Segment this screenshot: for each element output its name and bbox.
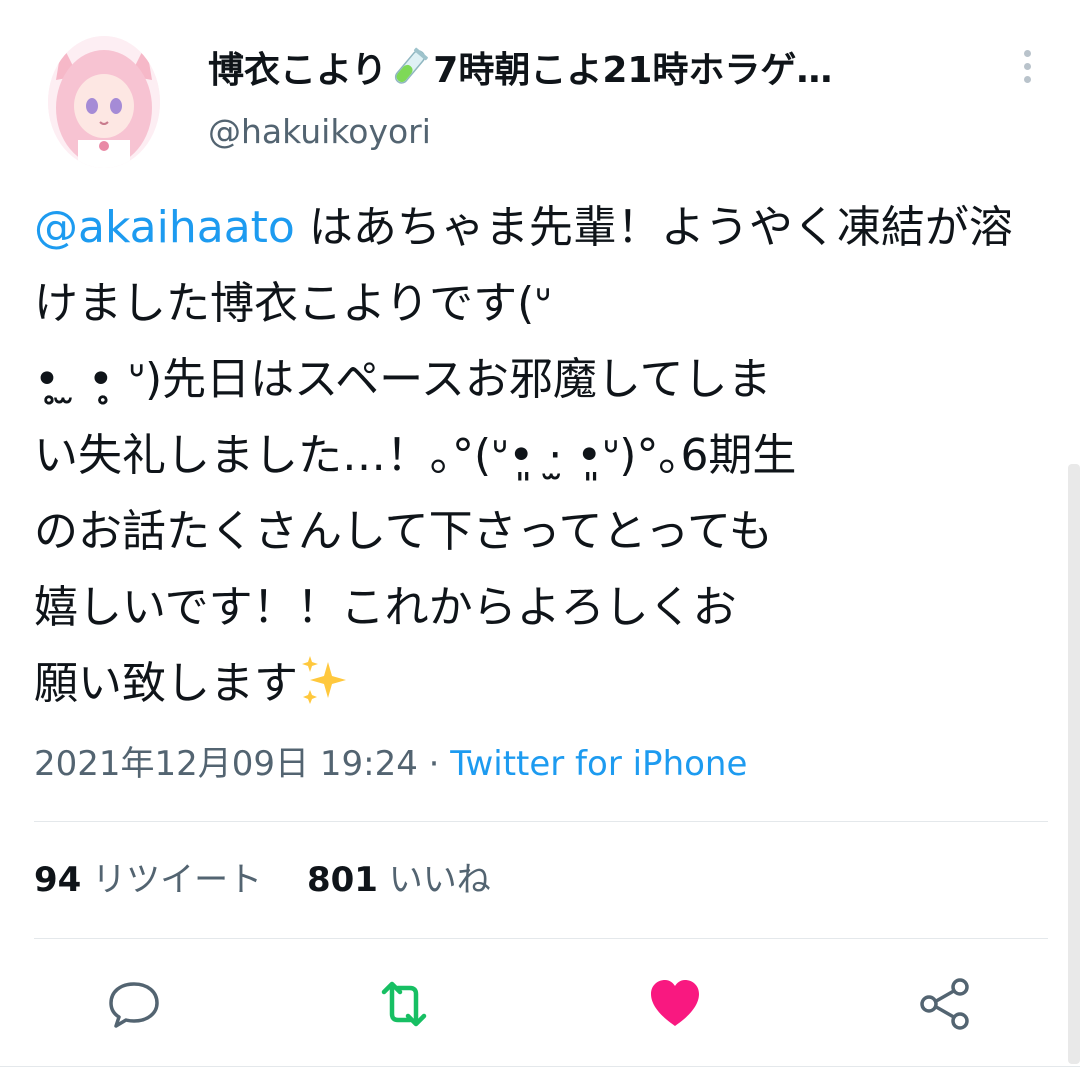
more-options-button[interactable] [1012, 50, 1042, 90]
display-name-rest: 7時朝こよ21時ホラゲ… [433, 50, 833, 91]
likes-stat[interactable]: 801 いいね [307, 856, 491, 904]
meta-separator: · [417, 744, 451, 784]
comment-bubble-icon [109, 982, 159, 1028]
likes-count: 801 [306, 860, 378, 900]
user-handle[interactable]: @hakuikoyori [208, 110, 431, 154]
display-name-text: 博衣こより [208, 50, 388, 91]
bottom-divider [0, 1066, 1080, 1067]
more-vertical-icon [1012, 50, 1042, 83]
likes-label: いいね [388, 860, 491, 900]
engagement-stats: 94 リツイート 801 いいね [34, 856, 525, 904]
divider [34, 821, 1048, 822]
avatar[interactable] [48, 36, 160, 168]
share-icon [920, 978, 969, 1030]
retweet-icon [381, 981, 427, 1027]
retweet-button[interactable] [372, 972, 436, 1036]
reply-button[interactable] [102, 972, 166, 1036]
action-bar [0, 972, 1080, 1036]
heart-icon [651, 980, 699, 1026]
retweets-count: 94 [34, 860, 82, 900]
share-button[interactable] [913, 972, 977, 1036]
retweets-stat[interactable]: 94 リツイート [34, 856, 262, 904]
sparkles-icon [302, 656, 346, 704]
display-name[interactable]: 博衣こより 7時朝こよ21時ホラゲ… [208, 46, 968, 95]
retweets-label: リツイート [92, 860, 263, 900]
tweet-metadata: 2021年12月09日 19:24 · Twitter for iPhone [34, 740, 747, 788]
avatar-image [48, 36, 160, 168]
like-button[interactable] [643, 972, 707, 1036]
timestamp[interactable]: 2021年12月09日 19:24 [34, 744, 418, 784]
mention-link[interactable]: @akaihaato [34, 202, 295, 253]
divider [34, 938, 1048, 939]
source-link[interactable]: Twitter for iPhone [450, 744, 747, 784]
tweet-text: @akaihaato はあちゃま先輩！ようやく凍結が溶けました博衣こよりです(ᐡ… [34, 190, 1034, 722]
test-tube-icon [395, 47, 429, 84]
scrollbar[interactable] [1068, 464, 1080, 1064]
tweet-body: はあちゃま先輩！ようやく凍結が溶けました博衣こよりです(ᐡ •̥̥̥ ̫ •̥̥… [34, 202, 1013, 709]
